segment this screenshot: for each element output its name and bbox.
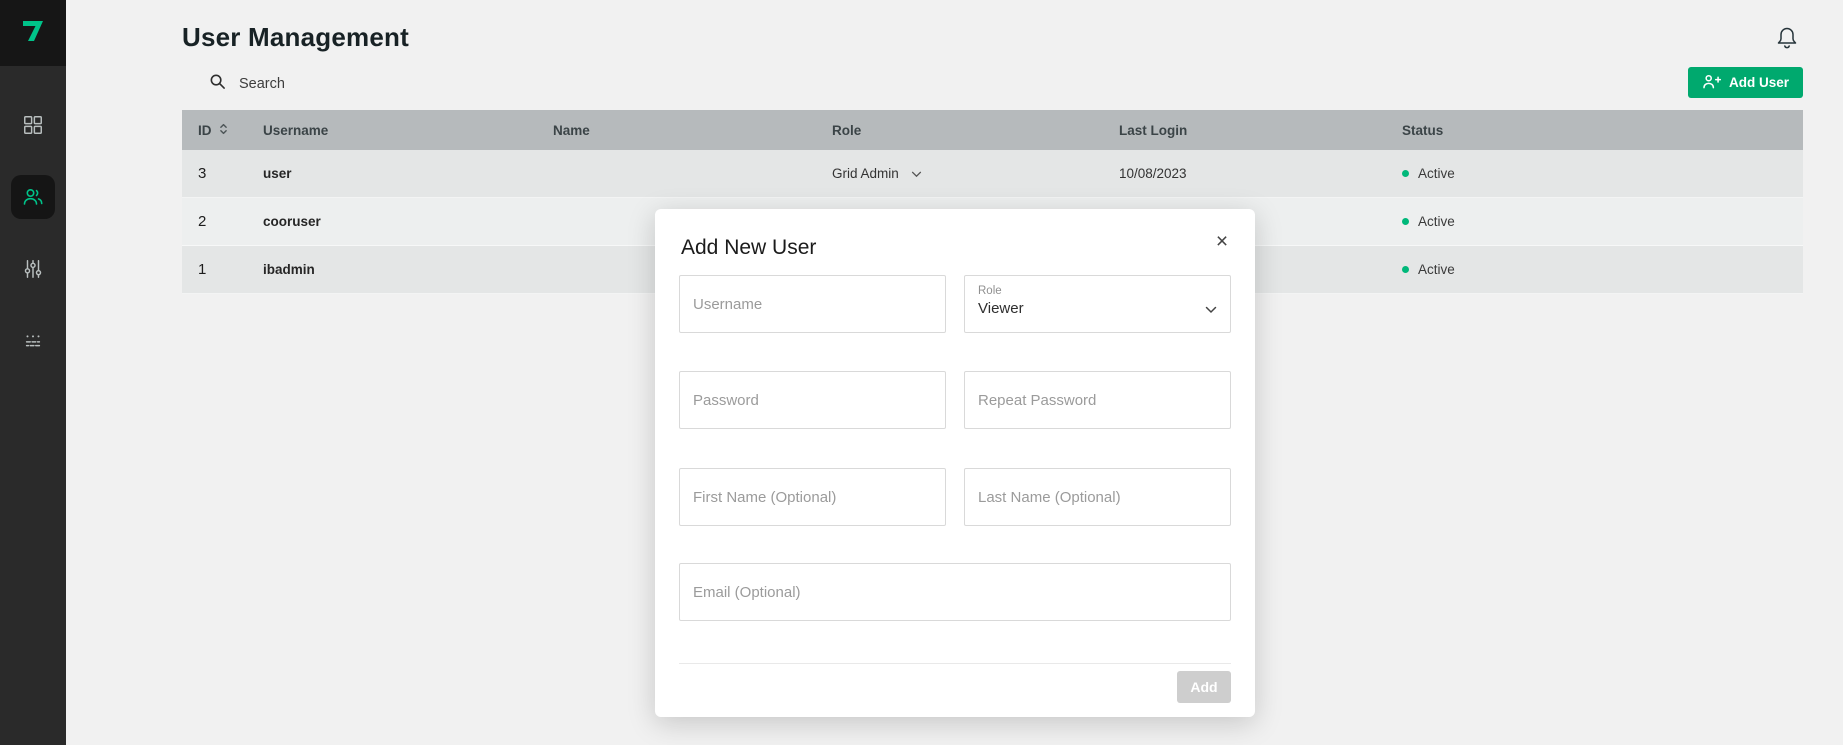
- sidebar-item-settings[interactable]: [0, 247, 66, 291]
- cell-username: ibadmin: [263, 262, 553, 277]
- column-header-status: Status: [1402, 123, 1803, 138]
- modal-title: Add New User: [681, 236, 816, 260]
- role-dropdown[interactable]: Grid Admin: [832, 166, 922, 181]
- table-row[interactable]: 3 user Grid Admin 10/08/2023 Active: [182, 150, 1803, 198]
- column-header-name: Name: [553, 123, 832, 138]
- status-label: Active: [1418, 214, 1455, 229]
- brand-logo[interactable]: [0, 0, 66, 66]
- close-button[interactable]: ×: [1207, 227, 1237, 257]
- column-header-role: Role: [832, 123, 1119, 138]
- column-header-id-label: ID: [198, 123, 212, 138]
- email-field[interactable]: [679, 563, 1231, 621]
- chevron-down-icon: [1205, 301, 1217, 319]
- cell-status: Active: [1402, 262, 1803, 277]
- role-select-value: Viewer: [978, 300, 1217, 317]
- sliders-icon: [11, 247, 55, 291]
- search-input[interactable]: [239, 76, 539, 92]
- cell-id: 3: [198, 165, 263, 182]
- close-icon: ×: [1216, 230, 1228, 254]
- sidebar-item-users[interactable]: [0, 175, 66, 219]
- status-label: Active: [1418, 166, 1455, 181]
- status-active-dot: [1402, 266, 1409, 273]
- status-active-dot: [1402, 170, 1409, 177]
- column-header-id[interactable]: ID: [198, 122, 263, 139]
- status-active-dot: [1402, 218, 1409, 225]
- username-field[interactable]: [679, 275, 946, 333]
- cell-status: Active: [1402, 214, 1803, 229]
- sidebar-nav: [0, 103, 66, 391]
- status-label: Active: [1418, 262, 1455, 277]
- column-header-username: Username: [263, 123, 553, 138]
- add-new-user-modal: Add New User × Role Viewer Add: [655, 209, 1255, 717]
- modal-footer-divider: [679, 663, 1231, 664]
- chevron-down-icon: [911, 166, 922, 181]
- add-user-button[interactable]: Add User: [1688, 67, 1803, 98]
- cell-status: Active: [1402, 166, 1803, 181]
- add-user-icon: [1702, 74, 1721, 92]
- grid-icon: [11, 103, 55, 147]
- sidebar-item-logs[interactable]: [0, 319, 66, 363]
- notifications-button[interactable]: [1775, 25, 1799, 56]
- users-icon: [11, 175, 55, 219]
- password-field[interactable]: [679, 371, 946, 429]
- brand-7-icon: [18, 16, 48, 51]
- cell-last-login: 10/08/2023: [1119, 166, 1402, 181]
- sort-icon: [219, 122, 228, 139]
- table-header-row: ID Username Name Role Last Login Status: [182, 110, 1803, 150]
- first-name-field[interactable]: [679, 468, 946, 526]
- cell-id: 2: [198, 213, 263, 230]
- add-user-button-label: Add User: [1729, 75, 1789, 90]
- last-name-field[interactable]: [964, 468, 1231, 526]
- column-header-last-login: Last Login: [1119, 123, 1402, 138]
- bell-icon: [1775, 38, 1799, 55]
- add-submit-button[interactable]: Add: [1177, 671, 1231, 703]
- search-icon: [209, 73, 226, 95]
- sidebar-item-grid[interactable]: [0, 103, 66, 147]
- cell-username: user: [263, 166, 553, 181]
- role-dropdown-value: Grid Admin: [832, 166, 899, 181]
- page-title: User Management: [182, 22, 409, 53]
- repeat-password-field[interactable]: [964, 371, 1231, 429]
- cell-username: cooruser: [263, 214, 553, 229]
- search-bar: [209, 70, 539, 98]
- cell-id: 1: [198, 261, 263, 278]
- role-select-label: Role: [978, 285, 1217, 297]
- sidebar: [0, 0, 66, 745]
- logs-icon: [11, 319, 55, 363]
- role-select[interactable]: Role Viewer: [964, 275, 1231, 333]
